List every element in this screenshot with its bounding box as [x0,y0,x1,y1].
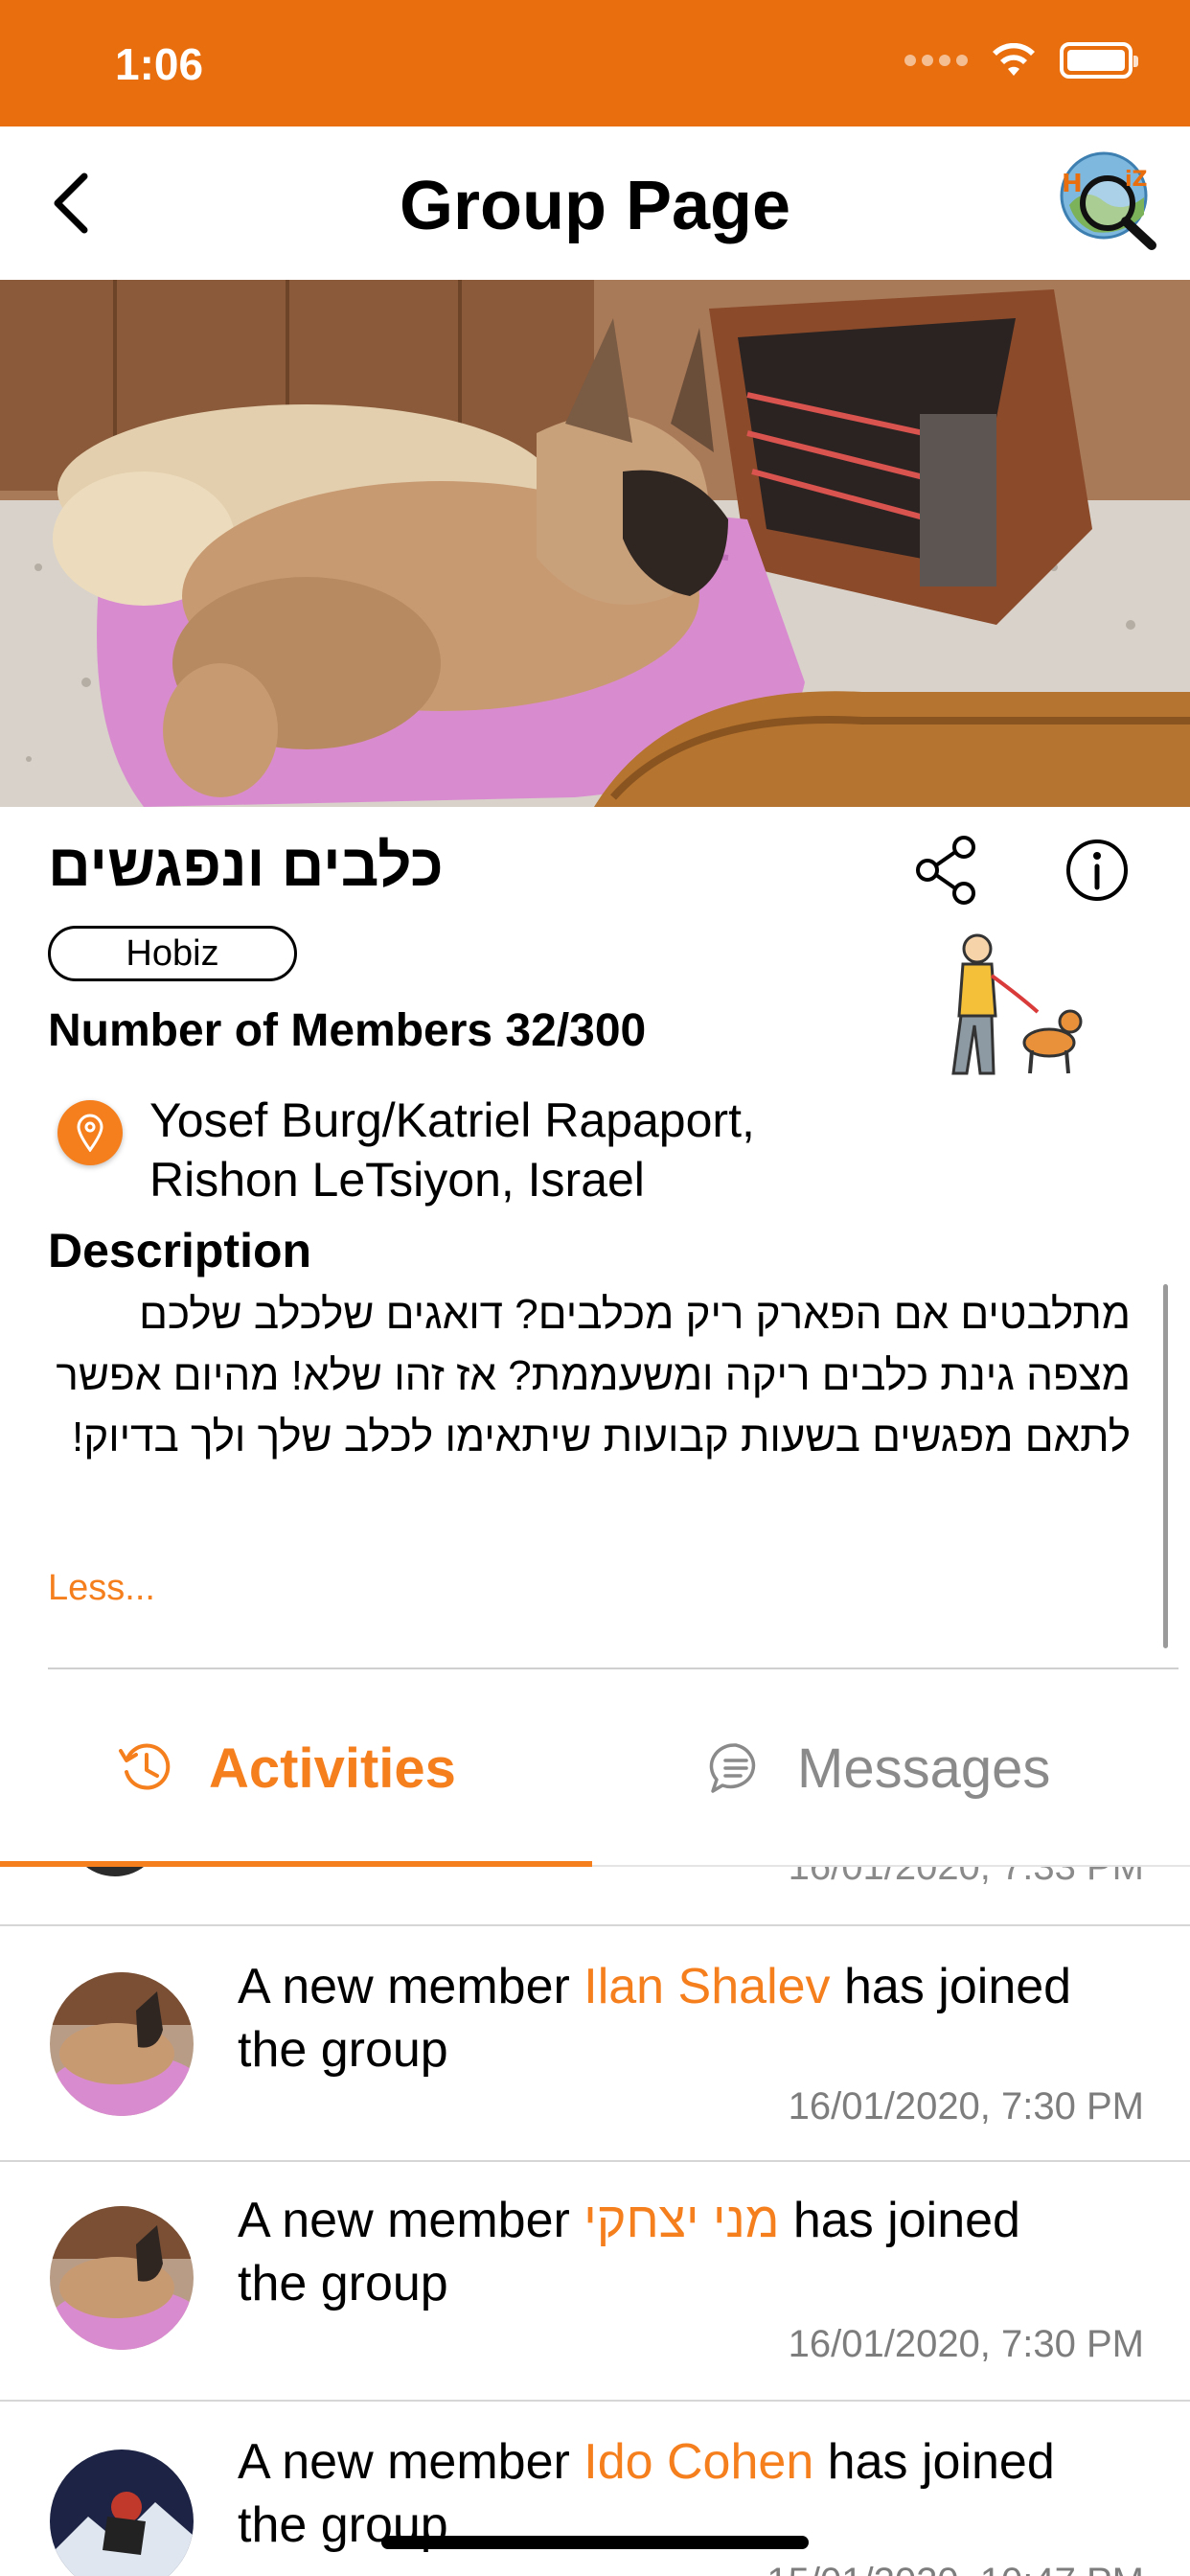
member-name-link[interactable]: Ilan Shalev [584,1959,830,2014]
location-line-2: Rishon LeTsiyon, Israel [149,1153,645,1207]
tab-messages[interactable]: Messages [707,1715,1050,1821]
description-title: Description [48,1224,312,1277]
group-name: כלבים ונפגשים [48,833,444,899]
cellular-signal-icon [904,55,968,66]
svg-text:H: H [1062,170,1083,198]
activity-item[interactable]: A new member Ilan Shalev has joined the … [0,1924,1190,2160]
wifi-icon [993,43,1035,76]
avatar [50,1972,194,2116]
hobiz-search-logo-icon: H iZ [1060,151,1156,250]
avatar [67,1867,163,1876]
navigation-bar: Group Page H iZ [0,126,1190,280]
activity-time: 16/01/2020, 7:30 PM [788,2323,1144,2365]
less-link[interactable]: Less... [48,1568,155,1609]
activity-feed[interactable]: 16/01/2020, 7:33 PM A new member Ilan Sh… [0,1867,1190,2576]
status-bar: 1:06 [0,0,1190,126]
group-location: Yosef Burg/Katriel Rapaport, Rishon LeTs… [149,1091,1012,1209]
avatar [50,2206,194,2350]
members-count: Number of Members 32/300 [48,1005,647,1056]
category-tag: Hobiz [48,926,297,981]
activity-item[interactable]: A new member מני יצחקי has joined the gr… [0,2160,1190,2400]
history-icon [119,1743,171,1790]
tab-messages-label: Messages [797,1736,1051,1800]
activity-time: 15/01/2020, 10:47 PM [767,2561,1144,2576]
share-button[interactable] [910,832,987,908]
activity-text: A new member Ilan Shalev has joined the … [238,1959,1072,2078]
info-icon [1066,840,1128,901]
member-name-link[interactable]: מני יצחקי [584,2193,779,2248]
tab-activities-label: Activities [209,1736,456,1800]
share-icon [916,836,975,905]
group-cover-photo [0,280,1190,807]
activity-time: 16/01/2020, 7:30 PM [788,2085,1144,2128]
avatar [50,2450,194,2576]
description-text: מתלבטים אם הפארק ריק מכלבים? דואגים שלכל… [56,1291,1131,1460]
location-line-1: Yosef Burg/Katriel Rapaport, [149,1093,755,1147]
status-time: 1:06 [115,39,204,89]
chat-bubble-icon [709,1743,756,1793]
activity-text: A new member מני יצחקי has joined the gr… [238,2193,1020,2312]
info-button[interactable] [1059,832,1135,908]
tab-activities[interactable]: Activities [115,1715,456,1821]
hobiz-search-button[interactable]: H iZ [1056,148,1161,253]
divider [48,1668,1179,1669]
activity-item[interactable]: A new member Ido Cohen has joined the gr… [0,2400,1190,2576]
page-title: Group Page [399,168,791,244]
battery-icon [1060,42,1138,79]
activity-time: 16/01/2020, 7:33 PM [788,1867,1144,1888]
svg-text:iZ: iZ [1125,168,1148,192]
status-icons [904,42,1138,79]
dog-walker-icon [925,930,1087,1083]
home-indicator[interactable] [381,2536,809,2549]
member-name-link[interactable]: Ido Cohen [584,2434,813,2490]
description-scrollbar[interactable] [1163,1284,1168,1648]
location-pin-icon [57,1100,123,1165]
